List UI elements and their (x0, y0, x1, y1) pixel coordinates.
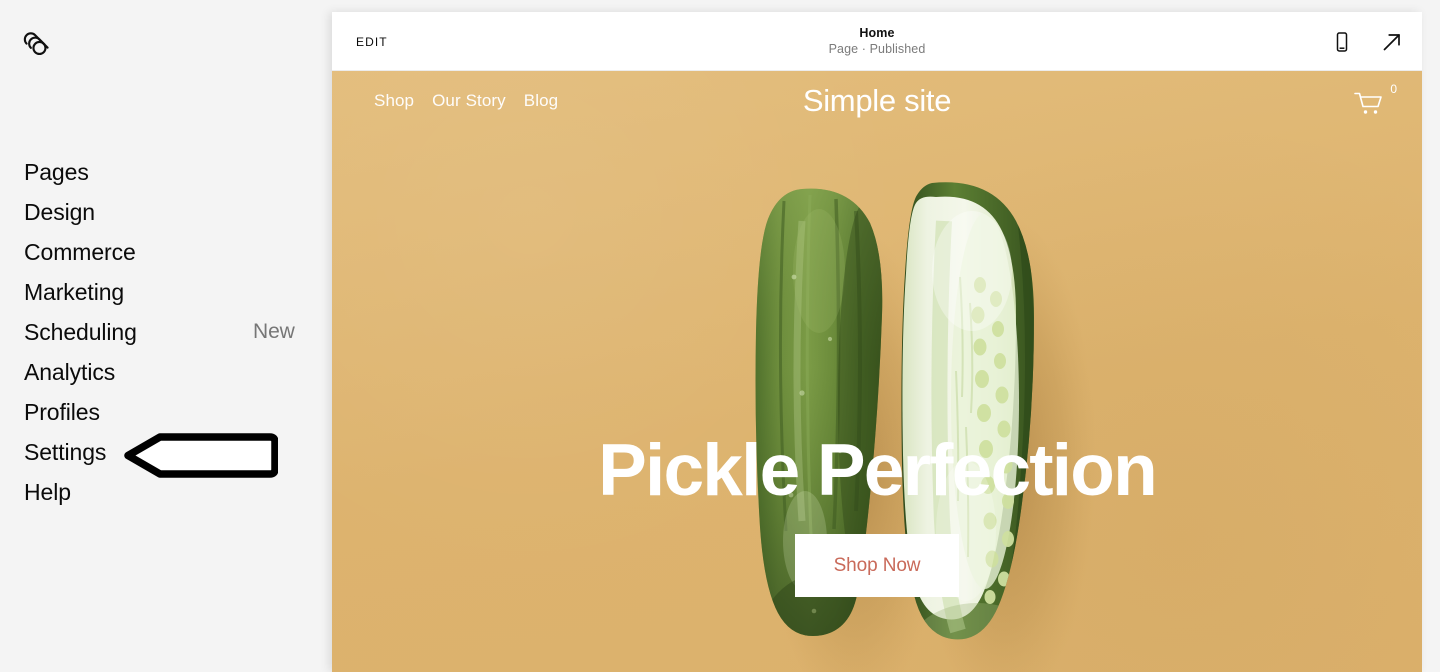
sidebar-item-label: Settings (24, 439, 107, 465)
site-preview-panel: EDIT Home Page · Published Shop Our Stor… (332, 12, 1422, 672)
squarespace-logo-icon[interactable] (22, 26, 56, 60)
sidebar-item-analytics[interactable]: Analytics (0, 352, 332, 392)
shop-now-button-label: Shop Now (833, 554, 921, 576)
sidebar-item-label: Pages (24, 159, 89, 185)
shop-now-button[interactable]: Shop Now (795, 534, 959, 597)
sidebar-item-pages[interactable]: Pages (0, 152, 332, 192)
open-external-arrow-icon[interactable] (1380, 30, 1404, 54)
site-canvas: Shop Our Story Blog Simple site 0 Pickle… (332, 71, 1422, 672)
preview-topbar: EDIT Home Page · Published (332, 12, 1422, 71)
sidebar-item-commerce[interactable]: Commerce (0, 232, 332, 272)
sidebar-item-label: Scheduling (24, 319, 137, 345)
sidebar-item-new-badge: New (253, 320, 295, 343)
sidebar-item-label: Commerce (24, 239, 136, 265)
page-status: Page · Published (828, 42, 926, 56)
page-meta: Home Page · Published (332, 12, 1422, 71)
sidebar-nav: Pages Design Commerce Marketing Scheduli… (0, 152, 332, 512)
sidebar-item-label: Help (24, 479, 71, 505)
sidebar-item-label: Marketing (24, 279, 125, 305)
site-header: Shop Our Story Blog Simple site 0 (332, 71, 1422, 141)
sidebar-item-label: Analytics (24, 359, 116, 385)
cart-count-badge: 0 (1390, 82, 1397, 96)
sidebar: Pages Design Commerce Marketing Scheduli… (0, 0, 332, 672)
topbar-actions (1330, 12, 1404, 71)
sidebar-item-label: Profiles (24, 399, 100, 425)
shopping-cart-icon[interactable]: 0 (1354, 82, 1398, 119)
sidebar-item-design[interactable]: Design (0, 192, 332, 232)
hero-title: Pickle Perfection (598, 430, 1158, 511)
mobile-preview-icon[interactable] (1330, 30, 1354, 54)
sidebar-item-profiles[interactable]: Profiles (0, 392, 332, 432)
sidebar-item-scheduling[interactable]: Scheduling New (0, 312, 332, 352)
site-brand-title[interactable]: Simple site (332, 83, 1422, 119)
sidebar-item-label: Design (24, 199, 95, 225)
page-title: Home (859, 26, 895, 40)
sidebar-item-help[interactable]: Help (0, 472, 332, 512)
sidebar-item-settings[interactable]: Settings (0, 432, 332, 472)
sidebar-item-marketing[interactable]: Marketing (0, 272, 332, 312)
